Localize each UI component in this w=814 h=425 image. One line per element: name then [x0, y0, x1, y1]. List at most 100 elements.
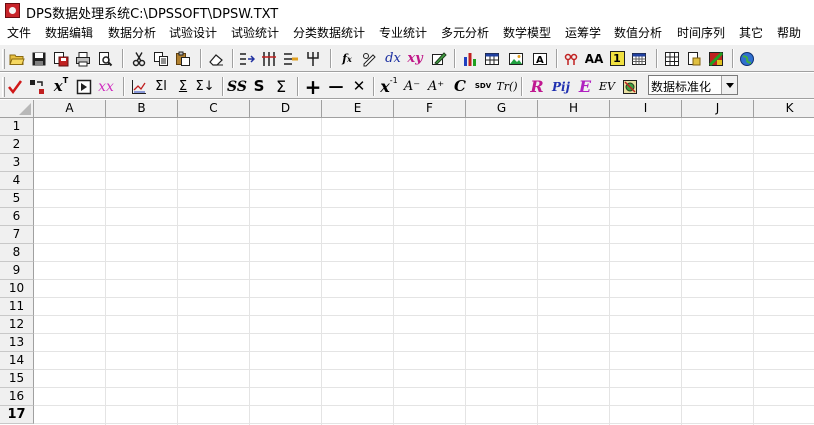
print-icon[interactable]	[72, 48, 94, 69]
sum-down-icon[interactable]: Σ↓	[194, 76, 216, 97]
menu-operations-research[interactable]: 运筹学	[565, 24, 601, 41]
print-preview-icon[interactable]	[94, 48, 116, 69]
copy-icon[interactable]	[150, 48, 172, 69]
menu-help[interactable]: 帮助	[777, 24, 801, 41]
spreadsheet-grid[interactable]: A B C D E F G H I J K 1 2 3 4 5 6 7 8 9 10 11 12 13 14 15 16 17	[0, 100, 814, 425]
menu-math-model[interactable]: 数学模型	[503, 24, 551, 41]
row-header[interactable]: 14	[0, 352, 34, 370]
table-chart-icon[interactable]	[481, 48, 503, 69]
formula-pen-icon[interactable]	[358, 48, 380, 69]
insert-columns-icon[interactable]	[258, 48, 280, 69]
link-icon[interactable]	[560, 48, 582, 69]
column-header[interactable]: A	[34, 100, 106, 118]
checkmark-icon[interactable]	[4, 76, 26, 97]
eraser-icon[interactable]	[205, 48, 227, 69]
method-select[interactable]: 数据标准化	[648, 75, 738, 95]
column-header[interactable]: H	[538, 100, 610, 118]
line-chart-icon[interactable]	[128, 76, 150, 97]
c-icon[interactable]: C	[449, 76, 471, 97]
column-header[interactable]: J	[682, 100, 754, 118]
ss-icon[interactable]: SS	[226, 76, 248, 97]
menu-categorical-stats[interactable]: 分类数据统计	[293, 24, 365, 41]
settings-icon[interactable]	[619, 76, 641, 97]
column-header[interactable]: C	[178, 100, 250, 118]
menu-file[interactable]: 文件	[7, 24, 31, 41]
row-header[interactable]: 8	[0, 244, 34, 262]
toolbar-grip[interactable]	[2, 49, 5, 69]
frame-icon[interactable]	[73, 76, 95, 97]
increase-icon[interactable]: A⁺	[425, 76, 447, 97]
save-disk-icon[interactable]	[28, 48, 50, 69]
row-header[interactable]: 2	[0, 136, 34, 154]
column-header[interactable]: F	[394, 100, 466, 118]
select-all-corner[interactable]	[0, 100, 34, 118]
column-header[interactable]: E	[322, 100, 394, 118]
bar-chart-icon[interactable]	[459, 48, 481, 69]
grid-table-icon[interactable]	[661, 48, 683, 69]
row-header[interactable]: 12	[0, 316, 34, 334]
menu-experiment-stats[interactable]: 试验统计	[231, 24, 279, 41]
menu-professional-stats[interactable]: 专业统计	[379, 24, 427, 41]
open-folder-icon[interactable]	[6, 48, 28, 69]
globe-icon[interactable]	[736, 48, 758, 69]
derivative-icon[interactable]: dx	[382, 48, 404, 69]
row-header[interactable]: 10	[0, 280, 34, 298]
row-header[interactable]: 5	[0, 190, 34, 208]
page-icon[interactable]	[683, 48, 705, 69]
split-columns-icon[interactable]	[236, 48, 258, 69]
row-header[interactable]: 16	[0, 388, 34, 406]
column-header[interactable]: D	[250, 100, 322, 118]
color-picker-icon[interactable]	[705, 48, 727, 69]
plus-icon[interactable]: +	[302, 76, 324, 97]
sum-cols-icon[interactable]: Σ	[172, 76, 194, 97]
app-logo-icon[interactable]	[5, 3, 20, 18]
column-header[interactable]: B	[106, 100, 178, 118]
row-header[interactable]: 3	[0, 154, 34, 172]
edit-icon[interactable]	[428, 48, 450, 69]
column-header[interactable]: K	[754, 100, 814, 118]
row-header[interactable]: 9	[0, 262, 34, 280]
matrix-transpose-icon[interactable]: xT	[50, 76, 72, 97]
ev-icon[interactable]: EV	[596, 76, 618, 97]
sdv-icon[interactable]: SDV	[472, 76, 494, 97]
trace-icon[interactable]: Tr()	[496, 76, 518, 97]
menu-experiment-design[interactable]: 试验设计	[169, 24, 217, 41]
row-header[interactable]: 7	[0, 226, 34, 244]
menu-time-series[interactable]: 时间序列	[677, 24, 725, 41]
transpose-icon[interactable]	[26, 76, 48, 97]
menu-data-edit[interactable]: 数据编辑	[45, 24, 93, 41]
sum-rows-icon[interactable]: Σl	[150, 76, 172, 97]
cut-scissors-icon[interactable]	[128, 48, 150, 69]
menu-numerical-analysis[interactable]: 数值分析	[614, 24, 662, 41]
chevron-down-icon[interactable]	[721, 76, 737, 94]
save-as-icon[interactable]	[50, 48, 72, 69]
s-icon[interactable]: S	[248, 76, 270, 97]
power-icon[interactable]: x -1	[378, 76, 400, 97]
number-one-icon[interactable]: 1	[606, 48, 628, 69]
menu-multivariate[interactable]: 多元分析	[441, 24, 489, 41]
r-icon[interactable]: R	[526, 76, 548, 97]
row-header[interactable]: 17	[0, 406, 34, 424]
text-box-icon[interactable]: A	[529, 48, 551, 69]
multiply-icon[interactable]: ✕	[348, 76, 370, 97]
row-header[interactable]: 6	[0, 208, 34, 226]
row-header[interactable]: 15	[0, 370, 34, 388]
sigma-icon[interactable]: Σ	[270, 76, 292, 97]
decrease-icon[interactable]: A⁻	[401, 76, 423, 97]
row-header[interactable]: 13	[0, 334, 34, 352]
minus-icon[interactable]: —	[325, 76, 347, 97]
menu-other[interactable]: 其它	[739, 24, 763, 41]
sqrt-icon[interactable]: xx	[95, 76, 117, 97]
pij-icon[interactable]: Pij	[550, 76, 572, 97]
column-header[interactable]: I	[610, 100, 682, 118]
eigen-icon[interactable]: E	[574, 76, 596, 97]
menu-data-analysis[interactable]: 数据分析	[108, 24, 156, 41]
image-icon[interactable]	[505, 48, 527, 69]
row-header[interactable]: 11	[0, 298, 34, 316]
calendar-grid-icon[interactable]	[628, 48, 650, 69]
function-fx-icon[interactable]: fx	[336, 48, 358, 69]
tree-icon[interactable]	[302, 48, 324, 69]
column-header[interactable]: G	[466, 100, 538, 118]
font-size-icon[interactable]: AA	[583, 48, 605, 69]
paste-icon[interactable]	[172, 48, 194, 69]
